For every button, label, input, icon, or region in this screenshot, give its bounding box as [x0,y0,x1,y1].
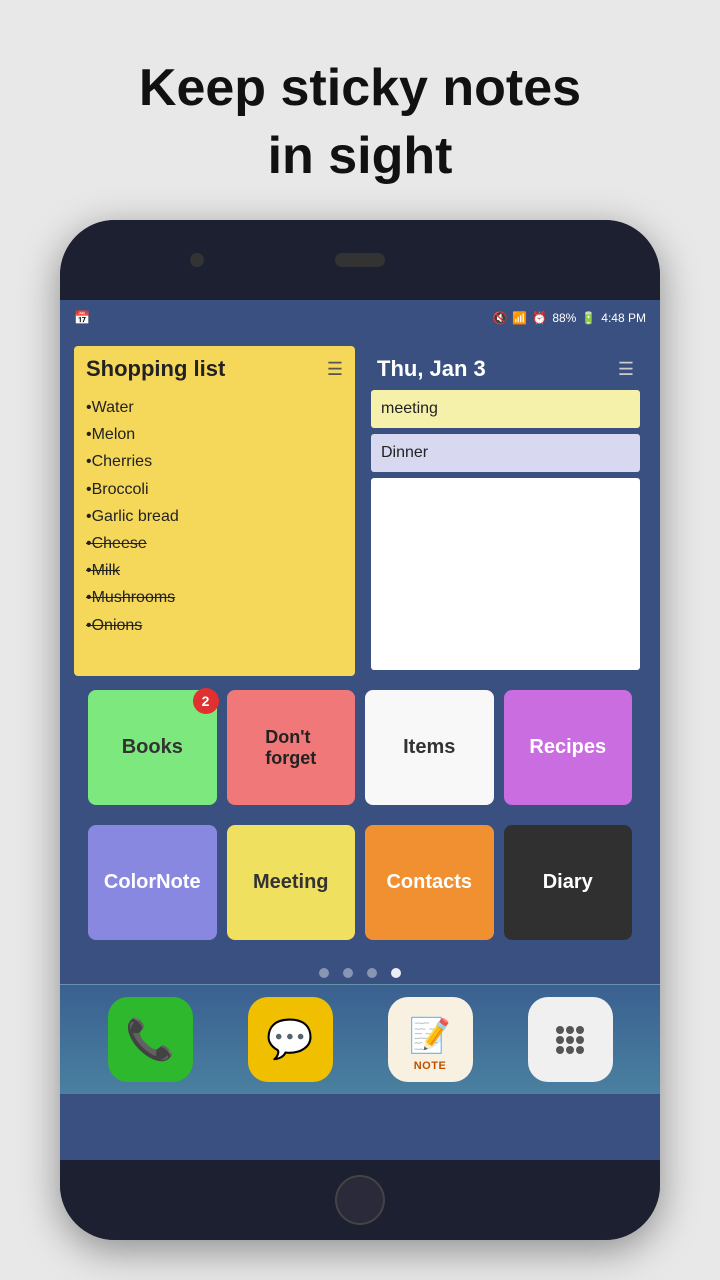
item-water: •Water [86,394,343,421]
shopping-menu-icon[interactable]: ☰ [327,359,343,380]
note-icon: 📝 [409,1016,451,1056]
messages-icon: 💬 [266,1018,313,1062]
bottom-dock: 📞 💬 📝 NOTE [60,984,660,1094]
app-icon-books[interactable]: 2 Books [88,690,217,805]
dock-colornote[interactable]: 📝 NOTE [388,997,473,1082]
item-mushrooms: •Mushrooms [86,584,343,611]
camera-dot [190,253,204,267]
shopping-body: •Water •Melon •Cherries •Broccoli •Garli… [74,390,355,649]
cal-title: Thu, Jan 3 [377,356,486,382]
mute-icon: 🔇 [492,311,507,325]
icons-row-2: ColorNote Meeting Contacts Diary [74,825,646,940]
phone-screen: 📅 🔇 📶 ⏰ 88% 🔋 4:48 PM Shopping list ☰ [60,300,660,1160]
item-milk: •Milk [86,557,343,584]
app-icon-dontforget[interactable]: Don'tforget [227,690,356,805]
phone-top [60,220,660,300]
note-label: NOTE [414,1060,447,1072]
note-shopping-header: Shopping list ☰ [74,346,355,390]
shopping-list-note[interactable]: Shopping list ☰ •Water •Melon •Cherries … [74,346,355,676]
books-label: Books [122,736,183,759]
item-broccoli: •Broccoli [86,476,343,503]
shopping-title: Shopping list [86,356,225,382]
app-icon-diary[interactable]: Diary [504,825,633,940]
header-line1: Keep sticky notes [0,55,720,123]
app-icon-colornote[interactable]: ColorNote [88,825,217,940]
icons-row-1: 2 Books Don'tforget Items Recipes [88,690,632,805]
notes-row: Shopping list ☰ •Water •Melon •Cherries … [74,346,646,676]
wifi-icon: 📶 [512,311,527,325]
phone-bottom [60,1160,660,1240]
dot-3[interactable] [367,968,377,978]
dock-messages[interactable]: 💬 [248,997,333,1082]
empty-note [371,478,640,670]
dock-phone[interactable]: 📞 [108,997,193,1082]
battery-text: 88% [552,311,576,325]
note-cal-header: Thu, Jan 3 ☰ [365,346,646,390]
app-icon-items[interactable]: Items [365,690,494,805]
dock-apps[interactable] [528,997,613,1082]
item-garlic-bread: •Garlic bread [86,503,343,530]
widget-area: Shopping list ☰ •Water •Melon •Cherries … [60,336,660,960]
phone-shell: 📅 🔇 📶 ⏰ 88% 🔋 4:48 PM Shopping list ☰ [60,220,660,1240]
calendar-icon: 📅 [74,310,90,326]
item-onions: •Onions [86,612,343,639]
badge: 2 [193,688,219,714]
dot-2[interactable] [343,968,353,978]
dot-4[interactable] [391,968,401,978]
cal-menu-icon[interactable]: ☰ [618,359,634,380]
status-right: 🔇 📶 ⏰ 88% 🔋 4:48 PM [492,311,646,325]
home-button[interactable] [335,1175,385,1225]
battery-icon: 🔋 [581,311,596,325]
dontforget-label: Don'tforget [265,727,316,769]
item-cherries: •Cherries [86,448,343,475]
app-icon-contacts[interactable]: Contacts [365,825,494,940]
phone-icon: 📞 [125,1016,175,1063]
time-text: 4:48 PM [601,311,646,325]
icons-row-1-wrapper: 2 Books Don'tforget Items Recipes [74,686,646,815]
dot-1[interactable] [319,968,329,978]
item-melon: •Melon [86,421,343,448]
header-line2: in sight [0,123,720,191]
apps-grid-icon [550,1020,590,1060]
meeting-note[interactable]: meeting [371,390,640,428]
item-cheese: •Cheese [86,530,343,557]
status-left: 📅 [74,310,90,326]
alarm-icon: ⏰ [532,311,547,325]
app-icon-meeting[interactable]: Meeting [227,825,356,940]
speaker-grill [335,253,385,267]
app-icon-recipes[interactable]: Recipes [504,690,633,805]
calendar-note[interactable]: Thu, Jan 3 ☰ meeting Dinner [365,346,646,676]
page-dots [60,960,660,984]
header-section: Keep sticky notes in sight [0,0,720,190]
status-bar: 📅 🔇 📶 ⏰ 88% 🔋 4:48 PM [60,300,660,336]
dinner-note[interactable]: Dinner [371,434,640,472]
